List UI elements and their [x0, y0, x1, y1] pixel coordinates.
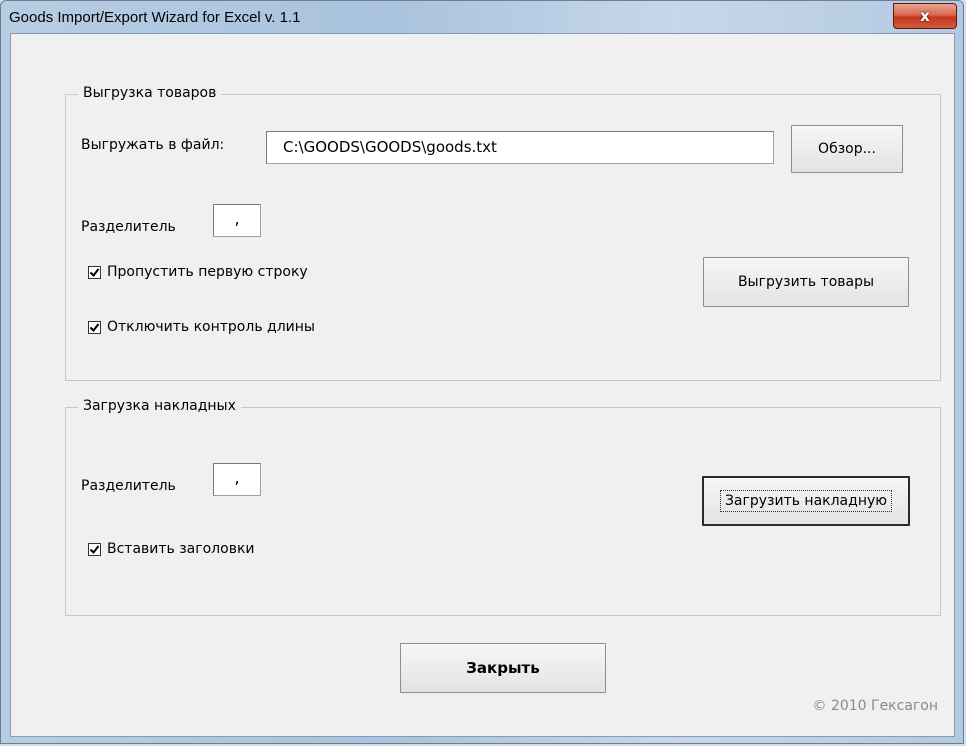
export-file-input[interactable]: C:\GOODS\GOODS\goods.txt	[266, 131, 774, 164]
import-group-legend: Загрузка накладных	[78, 398, 241, 414]
disable-length-check-checkbox[interactable]: Отключить контроль длины	[88, 319, 315, 335]
export-separator-input[interactable]: ,	[213, 204, 261, 237]
export-goods-button-label: Выгрузить товары	[737, 274, 875, 290]
insert-headers-label: Вставить заголовки	[107, 541, 255, 557]
export-goods-button[interactable]: Выгрузить товары	[703, 257, 909, 307]
close-button-label: Закрыть	[466, 659, 540, 677]
wizard-window: Goods Import/Export Wizard for Excel v. …	[0, 0, 964, 744]
checkmark-icon	[89, 544, 100, 554]
browse-button-label: Обзор...	[818, 141, 876, 157]
import-invoice-button-label: Загрузить накладную	[719, 490, 893, 512]
disable-length-check-label: Отключить контроль длины	[107, 319, 315, 335]
close-icon: x	[920, 7, 930, 25]
export-file-label: Выгружать в файл:	[81, 137, 225, 153]
checkmark-icon	[89, 267, 100, 277]
close-button[interactable]: Закрыть	[400, 643, 606, 693]
dialog-client-area: Выгрузка товаров Выгружать в файл: C:\GO…	[10, 33, 955, 737]
checkbox-box	[88, 265, 101, 279]
insert-headers-checkbox[interactable]: Вставить заголовки	[88, 541, 255, 557]
import-separator-input[interactable]: ,	[213, 463, 261, 496]
checkmark-icon	[89, 322, 100, 332]
import-separator-label: Разделитель	[81, 478, 176, 494]
close-window-button[interactable]: x	[893, 3, 957, 29]
export-goods-group: Выгрузка товаров Выгружать в файл: C:\GO…	[65, 85, 941, 381]
window-title: Goods Import/Export Wizard for Excel v. …	[9, 9, 301, 26]
checkbox-box	[88, 320, 101, 334]
skip-first-row-label: Пропустить первую строку	[107, 264, 308, 280]
export-separator-label: Разделитель	[81, 219, 176, 235]
skip-first-row-checkbox[interactable]: Пропустить первую строку	[88, 264, 308, 280]
browse-button[interactable]: Обзор...	[791, 125, 903, 173]
checkbox-box	[88, 542, 101, 556]
import-invoice-button[interactable]: Загрузить накладную	[702, 476, 910, 526]
title-bar[interactable]: Goods Import/Export Wizard for Excel v. …	[1, 1, 963, 33]
import-invoices-group: Загрузка накладных Разделитель , Загрузи…	[65, 398, 941, 616]
export-group-legend: Выгрузка товаров	[78, 85, 222, 101]
copyright-text: © 2010 Гексагон	[812, 698, 939, 714]
